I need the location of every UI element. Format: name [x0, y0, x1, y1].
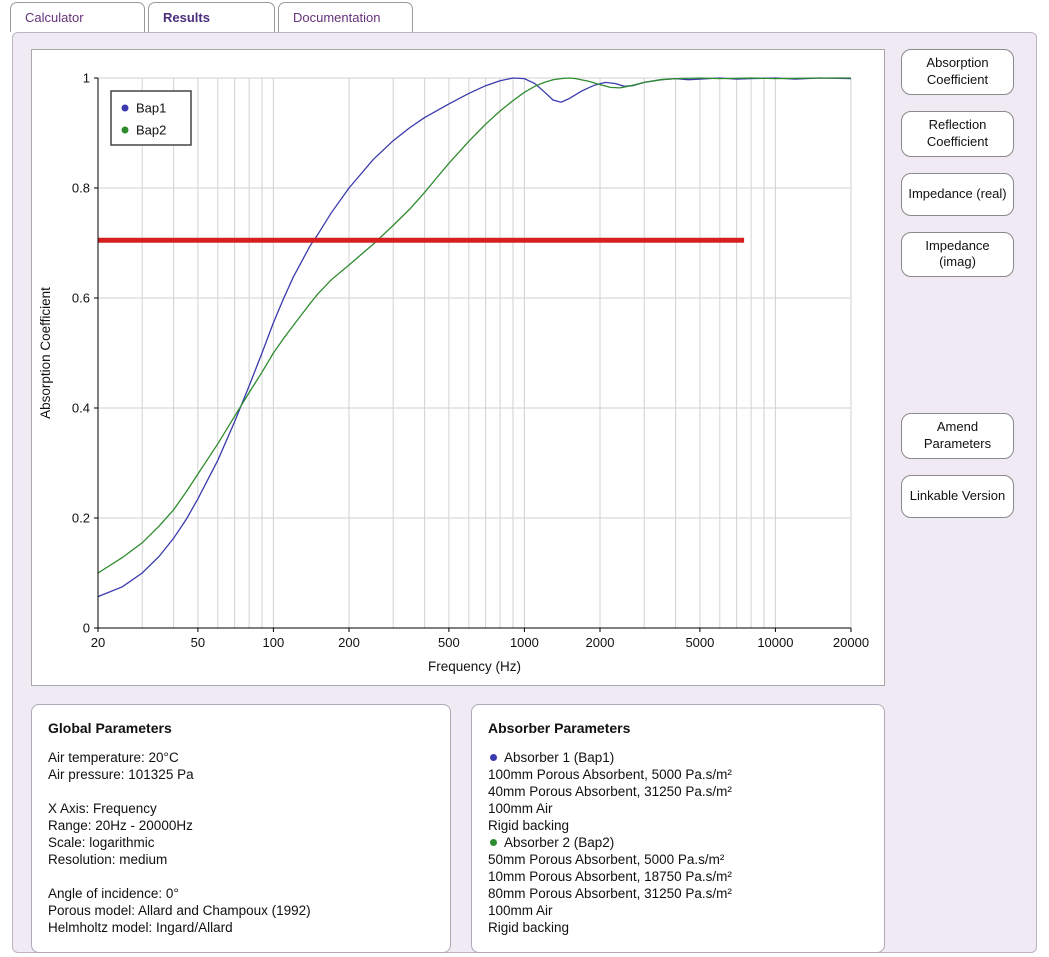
svg-text:20000: 20000 [833, 635, 869, 650]
svg-text:0.8: 0.8 [72, 181, 90, 196]
param-line-resolution: Resolution: medium [48, 852, 168, 867]
absorber-1-layer: 40mm Porous Absorbent, 31250 Pa.s/m² [488, 784, 732, 799]
absorber-1-bullet-icon [490, 754, 497, 761]
tab-results[interactable]: Results [148, 2, 275, 32]
svg-text:500: 500 [438, 635, 460, 650]
svg-text:200: 200 [338, 635, 360, 650]
svg-text:0: 0 [83, 621, 90, 636]
param-line-blank [48, 783, 434, 800]
svg-text:10000: 10000 [757, 635, 793, 650]
button-linkable-version[interactable]: Linkable Version [901, 475, 1014, 519]
button-column-spacer [901, 293, 1014, 413]
absorber-2-bullet-icon [490, 839, 497, 846]
param-line-angle: Angle of incidence: 0° [48, 886, 179, 901]
button-amend-parameters[interactable]: Amend Parameters [901, 413, 1014, 460]
param-line-porous-model: Porous model: Allard and Champoux (1992) [48, 903, 311, 918]
param-line-helmholtz-model: Helmholtz model: Ingard/Allard [48, 920, 233, 935]
absorption-chart: 20 50 100 200 500 1000 2000 5000 10000 20000 0 0.2 0… [31, 49, 885, 686]
svg-text:100: 100 [263, 635, 285, 650]
button-absorption-coefficient[interactable]: Absorption Coefficient [901, 49, 1014, 95]
svg-text:Absorption Coefficient: Absorption Coefficient [38, 287, 53, 419]
svg-text:50: 50 [191, 635, 205, 650]
absorber-2-layer: 50mm Porous Absorbent, 5000 Pa.s/m² [488, 852, 725, 867]
button-reflection-coefficient[interactable]: Reflection Coefficient [901, 110, 1014, 157]
absorber-parameters-panel: Absorber Parameters Absorber 1 (Bap1) 10… [471, 704, 885, 953]
absorber-2-layer: 80mm Porous Absorbent, 31250 Pa.s/m² [488, 886, 732, 901]
svg-text:1000: 1000 [510, 635, 539, 650]
absorber-2-header: Absorber 2 (Bap2) [488, 834, 868, 851]
svg-text:0.2: 0.2 [72, 511, 90, 526]
param-line-x-axis: X Axis: Frequency [48, 801, 157, 816]
param-line-air-temperature: Air temperature: 20°C [48, 750, 179, 765]
global-parameters-panel: Global Parameters Air temperature: 20°C … [31, 704, 451, 953]
global-parameters-title: Global Parameters [48, 720, 172, 736]
param-line-blank [48, 868, 434, 885]
svg-text:Bap1: Bap1 [136, 101, 166, 116]
chart-svg: 20 50 100 200 500 1000 2000 5000 10000 20000 0 0.2 0… [38, 71, 869, 675]
absorber-2-layer: 100mm Air [488, 903, 553, 918]
svg-text:0.6: 0.6 [72, 291, 90, 306]
side-button-column: Absorption Coefficient Reflection Coeffi… [901, 49, 1014, 534]
absorber-1-layer: Rigid backing [488, 818, 570, 833]
tab-documentation[interactable]: Documentation [278, 2, 413, 32]
button-impedance-real[interactable]: Impedance (real) [901, 172, 1014, 216]
svg-text:2000: 2000 [586, 635, 615, 650]
absorber-1-layer: 100mm Porous Absorbent, 5000 Pa.s/m² [488, 767, 732, 782]
absorber-2-layer: 10mm Porous Absorbent, 18750 Pa.s/m² [488, 869, 732, 884]
param-line-air-pressure: Air pressure: 101325 Pa [48, 767, 194, 782]
porous-absorber-app: Calculator Results Documentation 20 50 100… [0, 0, 1049, 957]
tab-bar: Calculator Results Documentation [0, 0, 1049, 32]
absorber-1-header: Absorber 1 (Bap1) [488, 749, 868, 766]
absorber-parameters-title: Absorber Parameters [488, 720, 631, 736]
svg-text:0.4: 0.4 [72, 401, 90, 416]
absorber-2-name: Absorber 2 (Bap2) [504, 835, 615, 850]
svg-text:1: 1 [83, 71, 90, 86]
svg-text:Bap2: Bap2 [136, 123, 166, 138]
param-line-scale: Scale: logarithmic [48, 835, 155, 850]
svg-text:5000: 5000 [685, 635, 714, 650]
svg-text:Frequency (Hz): Frequency (Hz) [428, 659, 521, 674]
absorber-2-layer: Rigid backing [488, 920, 570, 935]
absorber-1-layer: 100mm Air [488, 801, 553, 816]
results-panel: 20 50 100 200 500 1000 2000 5000 10000 20000 0 0.2 0… [12, 32, 1037, 953]
absorber-1-name: Absorber 1 (Bap1) [504, 750, 615, 765]
svg-text:20: 20 [91, 635, 105, 650]
param-line-range: Range: 20Hz - 20000Hz [48, 818, 193, 833]
tab-calculator[interactable]: Calculator [10, 2, 145, 32]
button-impedance-imag[interactable]: Impedance (imag) [901, 231, 1014, 278]
